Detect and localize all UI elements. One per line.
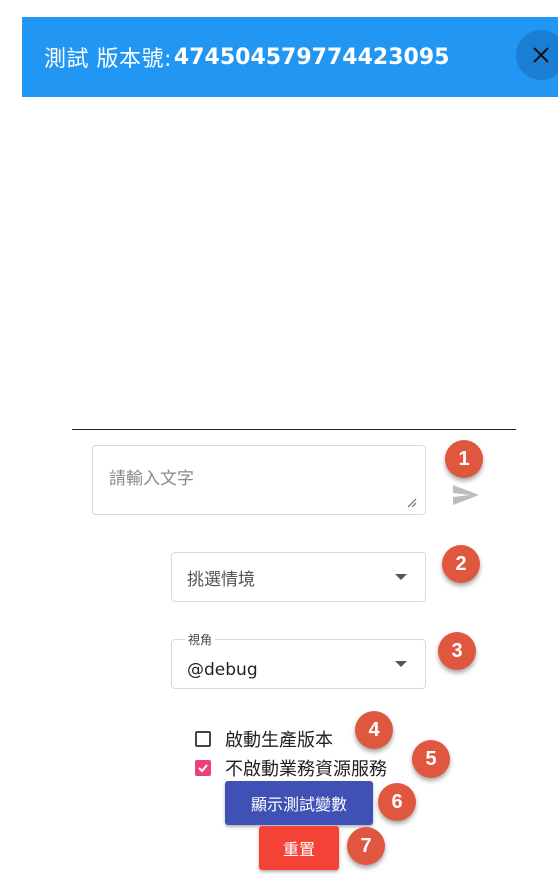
message-input[interactable]: 請輸入文字 (92, 445, 426, 515)
checkbox-production-version-box[interactable] (195, 731, 211, 747)
badge-4: 4 (355, 711, 393, 749)
show-test-variables-button[interactable]: 顯示測試變數 (225, 781, 373, 825)
perspective-select-value: @debug (187, 660, 258, 680)
chevron-down-icon (395, 661, 407, 667)
badge-7: 7 (347, 827, 385, 865)
scenario-select-placeholder: 挑選情境 (187, 570, 255, 590)
dialog-header: 測試 版本號: 474504579774423095 (22, 17, 558, 97)
close-icon (533, 47, 549, 63)
close-button[interactable] (516, 30, 558, 80)
perspective-select[interactable]: 視角 @debug (171, 631, 426, 689)
perspective-select-label: 視角 (185, 631, 216, 648)
checkbox-disable-business-service-label: 不啟動業務資源服務 (225, 759, 387, 780)
divider-line (72, 429, 516, 430)
message-input-placeholder: 請輸入文字 (109, 469, 194, 489)
send-icon[interactable] (452, 484, 480, 506)
checkbox-disable-business-service-box[interactable] (195, 760, 211, 776)
badge-2: 2 (442, 545, 480, 583)
scenario-select[interactable]: 挑選情境 (171, 552, 426, 602)
badge-5: 5 (412, 740, 450, 778)
resize-handle-icon[interactable] (405, 496, 417, 508)
badge-6: 6 (378, 783, 416, 821)
checkbox-production-version[interactable]: 啟動生產版本 (195, 726, 333, 752)
checkmark-icon (198, 764, 208, 773)
header-title: 測試 版本號: (44, 47, 172, 72)
badge-1: 1 (445, 440, 483, 478)
checkbox-disable-business-service[interactable]: 不啟動業務資源服務 (195, 755, 387, 781)
chevron-down-icon (395, 574, 407, 580)
version-number: 474504579774423095 (173, 44, 450, 70)
checkbox-production-version-label: 啟動生產版本 (225, 730, 333, 751)
reset-button[interactable]: 重置 (259, 826, 339, 870)
badge-3: 3 (438, 632, 476, 670)
